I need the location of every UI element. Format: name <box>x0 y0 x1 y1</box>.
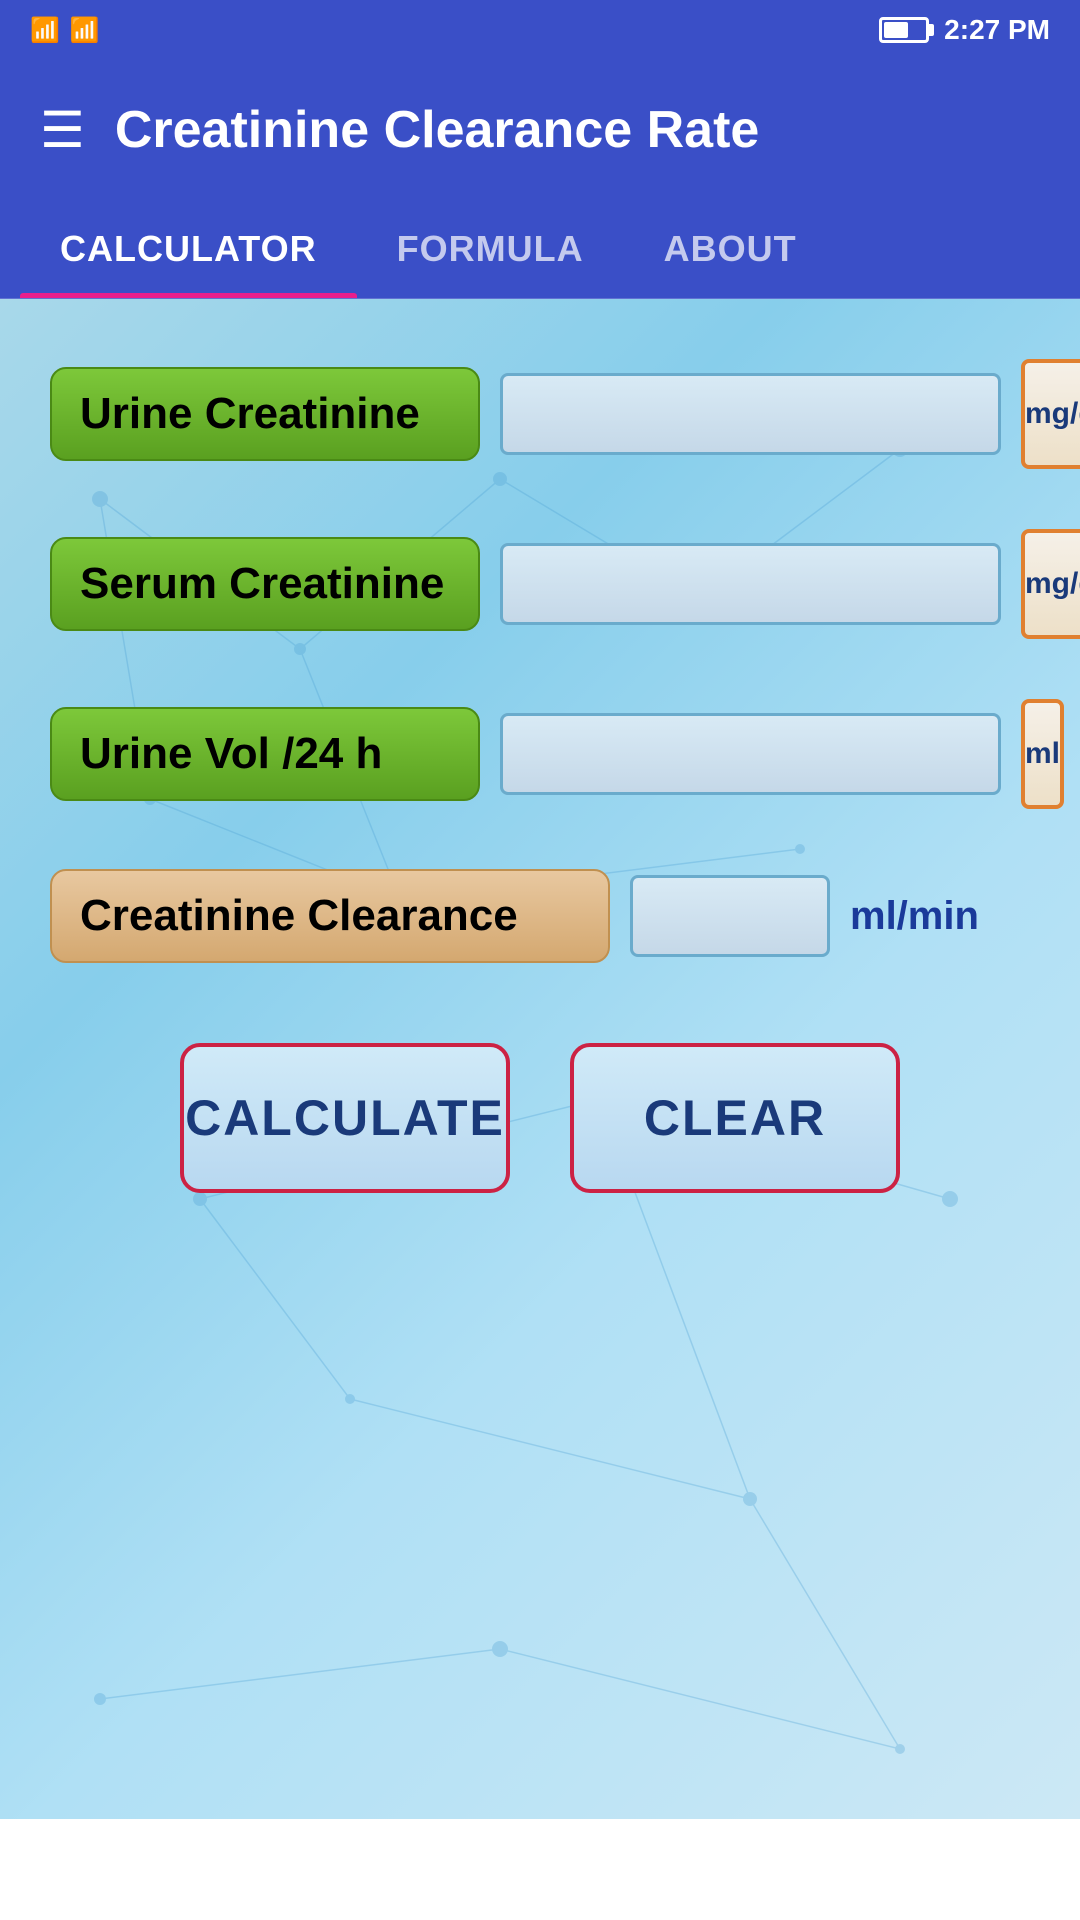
serum-creatinine-label: Serum Creatinine <box>50 537 480 631</box>
urine-vol-row: Urine Vol /24 h ml <box>50 699 1030 809</box>
status-left: 📶 📶 <box>30 16 100 45</box>
urine-vol-input[interactable] <box>500 713 1001 795</box>
status-time: 2:27 PM <box>944 14 1050 46</box>
app-header: ☰ Creatinine Clearance Rate <box>0 60 1080 200</box>
battery-icon <box>879 17 929 43</box>
urine-vol-label: Urine Vol /24 h <box>50 707 480 801</box>
urine-creatinine-unit[interactable]: mg/dL <box>1021 359 1080 469</box>
main-content: Urine Creatinine mg/dL Serum Creatinine … <box>0 299 1080 1819</box>
creatinine-clearance-unit: ml/min <box>850 894 979 939</box>
action-buttons: CALCULATE CLEAR <box>50 1043 1030 1193</box>
urine-creatinine-input[interactable] <box>500 373 1001 455</box>
tab-bar: CALCULATOR FORMULA ABOUT <box>0 200 1080 299</box>
creatinine-clearance-input <box>630 875 830 957</box>
urine-creatinine-label: Urine Creatinine <box>50 367 480 461</box>
creatinine-clearance-row: Creatinine Clearance ml/min <box>50 869 1030 963</box>
serum-creatinine-row: Serum Creatinine mg/dL <box>50 529 1030 639</box>
creatinine-clearance-label: Creatinine Clearance <box>50 869 610 963</box>
urine-vol-unit[interactable]: ml <box>1021 699 1064 809</box>
clear-button[interactable]: CLEAR <box>570 1043 900 1193</box>
urine-creatinine-row: Urine Creatinine mg/dL <box>50 359 1030 469</box>
status-bar: 📶 📶 2:27 PM <box>0 0 1080 60</box>
serum-creatinine-input[interactable] <box>500 543 1001 625</box>
app-title: Creatinine Clearance Rate <box>115 100 760 160</box>
tab-calculator[interactable]: CALCULATOR <box>20 200 357 298</box>
tab-formula[interactable]: FORMULA <box>357 200 624 298</box>
calculate-button[interactable]: CALCULATE <box>180 1043 510 1193</box>
tab-about[interactable]: ABOUT <box>624 200 837 298</box>
status-right: 2:27 PM <box>879 14 1050 46</box>
signal-icon-2: 📶 <box>70 16 100 45</box>
menu-icon[interactable]: ☰ <box>40 105 85 155</box>
serum-creatinine-unit[interactable]: mg/dL <box>1021 529 1080 639</box>
signal-icon-1: 📶 <box>30 16 60 45</box>
